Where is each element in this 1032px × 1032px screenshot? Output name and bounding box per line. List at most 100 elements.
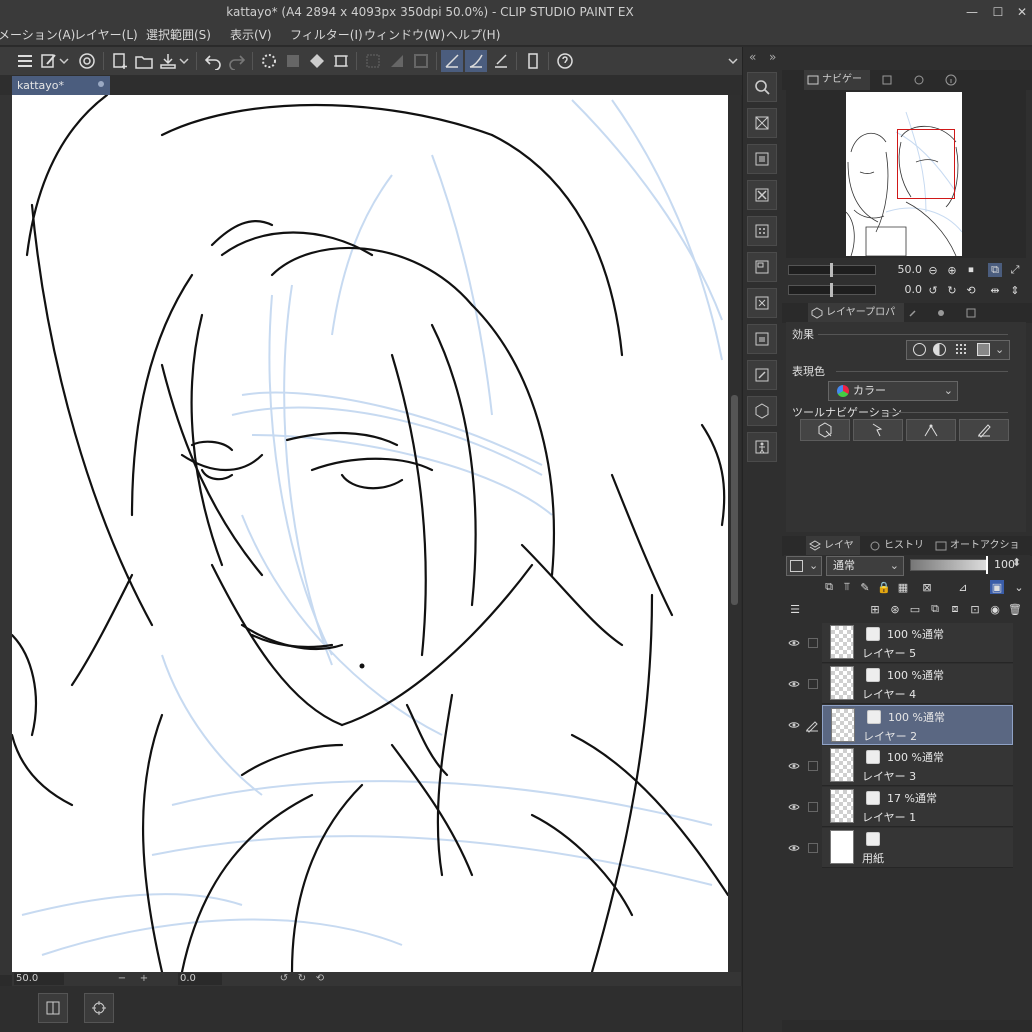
- layer-row[interactable]: 100 %通常 レイヤー 3: [822, 746, 1013, 786]
- tool-panel-strip[interactable]: [0, 95, 12, 975]
- ruler-icon[interactable]: ⊿: [956, 580, 970, 594]
- delete-layer-icon[interactable]: 🗑: [1008, 602, 1022, 616]
- zoom-out-button[interactable]: −: [116, 972, 128, 986]
- layer-color-icon[interactable]: [977, 343, 990, 356]
- material-frame-icon[interactable]: [747, 252, 777, 282]
- layer-row[interactable]: 100 %通常 レイヤー 2: [822, 705, 1013, 745]
- layout-icon[interactable]: [38, 993, 68, 1023]
- transform-icon[interactable]: [330, 50, 352, 72]
- save-icon[interactable]: [157, 50, 179, 72]
- tab-history[interactable]: ヒストリー: [866, 536, 926, 571]
- maximize-button[interactable]: ☐: [986, 0, 1010, 24]
- chevron-down-icon[interactable]: [178, 50, 190, 72]
- help-icon[interactable]: [554, 50, 576, 72]
- zoom-in-button[interactable]: +: [138, 972, 150, 986]
- material-tone-icon[interactable]: [747, 216, 777, 246]
- layer-lock-toggle[interactable]: [808, 638, 818, 648]
- visibility-eye-icon[interactable]: [788, 637, 800, 649]
- tab-navigator[interactable]: ナビゲーター: [804, 70, 870, 105]
- menu-animation[interactable]: メーション(A): [0, 24, 75, 46]
- rotate-right-icon[interactable]: ↻: [296, 972, 308, 986]
- blend-mode-select[interactable]: 通常 ⌄: [826, 556, 904, 576]
- fill-icon[interactable]: [306, 50, 328, 72]
- mask-icon[interactable]: ⊠: [920, 580, 934, 594]
- visibility-eye-icon[interactable]: [788, 719, 800, 731]
- fit-icon[interactable]: ⏹: [964, 263, 978, 277]
- new-folder-icon[interactable]: ▭: [908, 602, 922, 616]
- new-raster-layer-icon[interactable]: ⊞: [868, 602, 882, 616]
- rotate-right-icon[interactable]: ↻: [945, 283, 959, 297]
- panel-menu-icon[interactable]: ☰: [788, 602, 802, 616]
- combine-layer-icon[interactable]: ⧈: [948, 602, 962, 616]
- layer-row[interactable]: 17 %通常 レイヤー 1: [822, 787, 1013, 827]
- layer-row[interactable]: 100 %通常 レイヤー 5: [822, 623, 1013, 663]
- new-vector-layer-icon[interactable]: ⊛: [888, 602, 902, 616]
- menu-view[interactable]: 表示(V): [230, 24, 272, 46]
- rotate-left-icon[interactable]: ↺: [278, 972, 290, 986]
- chevron-down-icon[interactable]: ⌄: [1012, 580, 1026, 594]
- layer-lock-toggle[interactable]: [808, 802, 818, 812]
- selection-border-icon[interactable]: [410, 50, 432, 72]
- tab-search[interactable]: [910, 70, 934, 90]
- material-pose-icon[interactable]: [747, 432, 777, 462]
- visibility-eye-icon[interactable]: [788, 678, 800, 690]
- zoom-out-icon[interactable]: ⊖: [926, 263, 940, 277]
- rotation-field[interactable]: 0.0: [178, 973, 222, 985]
- pen-tool-icon[interactable]: [959, 419, 1009, 441]
- clear-selection-icon[interactable]: [282, 50, 304, 72]
- reset-rotation-icon[interactable]: ⟲: [964, 283, 978, 297]
- brush-settings-icon[interactable]: [38, 50, 60, 72]
- tab-auto-action[interactable]: オートアクション: [932, 536, 1022, 571]
- layer-mask-icon[interactable]: ◉: [988, 602, 1002, 616]
- vector-tool-icon[interactable]: [906, 419, 956, 441]
- tab-layer-property[interactable]: レイヤープロパティ: [808, 303, 904, 338]
- menu-icon[interactable]: [14, 50, 36, 72]
- visibility-eye-icon[interactable]: [788, 842, 800, 854]
- menu-help[interactable]: ヘルプ(H): [446, 24, 500, 46]
- material-balloon-icon[interactable]: [747, 324, 777, 354]
- menu-selection[interactable]: 選択範囲(S): [146, 24, 211, 46]
- tab-brush-size[interactable]: [932, 303, 956, 323]
- close-tab-icon[interactable]: [98, 81, 104, 87]
- lock-transparent-icon[interactable]: ▦: [896, 580, 910, 594]
- opacity-stepper[interactable]: ⬍: [1012, 556, 1021, 569]
- layer-lock-toggle[interactable]: [808, 761, 818, 771]
- snap-grid-icon[interactable]: [490, 50, 512, 72]
- tone-effect-icon[interactable]: [933, 343, 946, 356]
- tab-layer[interactable]: レイヤー: [806, 536, 860, 571]
- transfer-layer-icon[interactable]: ⧉: [928, 602, 942, 616]
- tab-tool-property[interactable]: [904, 303, 928, 323]
- lock-icon[interactable]: 🔒: [877, 580, 891, 594]
- layer-row[interactable]: 100 %通常 レイヤー 4: [822, 664, 1013, 704]
- expression-color-select[interactable]: カラー ⌄: [828, 381, 958, 401]
- layer-lock-toggle[interactable]: [808, 843, 818, 853]
- loading-icon[interactable]: [258, 50, 280, 72]
- flip-vertical-icon[interactable]: ⇕: [1008, 283, 1022, 297]
- effect-buttons[interactable]: ⌄: [906, 340, 1010, 360]
- tab-subtool[interactable]: [962, 303, 986, 323]
- menu-window[interactable]: ウィンドウ(W): [364, 24, 445, 46]
- material-image-icon[interactable]: [747, 144, 777, 174]
- zoom-slider-handle[interactable]: [830, 263, 833, 277]
- border-effect-icon[interactable]: [913, 343, 926, 356]
- material-search-icon[interactable]: [747, 72, 777, 102]
- menu-filter[interactable]: フィルター(I): [290, 24, 363, 46]
- collapse-right-button[interactable]: »: [769, 50, 776, 64]
- material-3d-icon[interactable]: [747, 396, 777, 426]
- fit-navigator-icon[interactable]: ⧉: [988, 263, 1002, 277]
- close-button[interactable]: ✕: [1010, 0, 1032, 24]
- object-tool-icon[interactable]: [800, 419, 850, 441]
- menu-layer[interactable]: レイヤー(L): [74, 24, 138, 46]
- target-icon[interactable]: [84, 993, 114, 1023]
- selection-area-icon[interactable]: [386, 50, 408, 72]
- actual-size-icon[interactable]: ⤢: [1008, 263, 1022, 277]
- scrollbar-thumb[interactable]: [731, 395, 738, 605]
- zoom-field[interactable]: 50.0: [14, 973, 64, 985]
- opacity-slider-handle[interactable]: [986, 556, 988, 574]
- snap-ruler-icon[interactable]: [441, 50, 463, 72]
- layer-color-icon[interactable]: ▣: [990, 580, 1004, 594]
- select-tool-icon[interactable]: [853, 419, 903, 441]
- visibility-eye-icon[interactable]: [788, 760, 800, 772]
- minimize-button[interactable]: —: [960, 0, 984, 24]
- new-file-icon[interactable]: [109, 50, 131, 72]
